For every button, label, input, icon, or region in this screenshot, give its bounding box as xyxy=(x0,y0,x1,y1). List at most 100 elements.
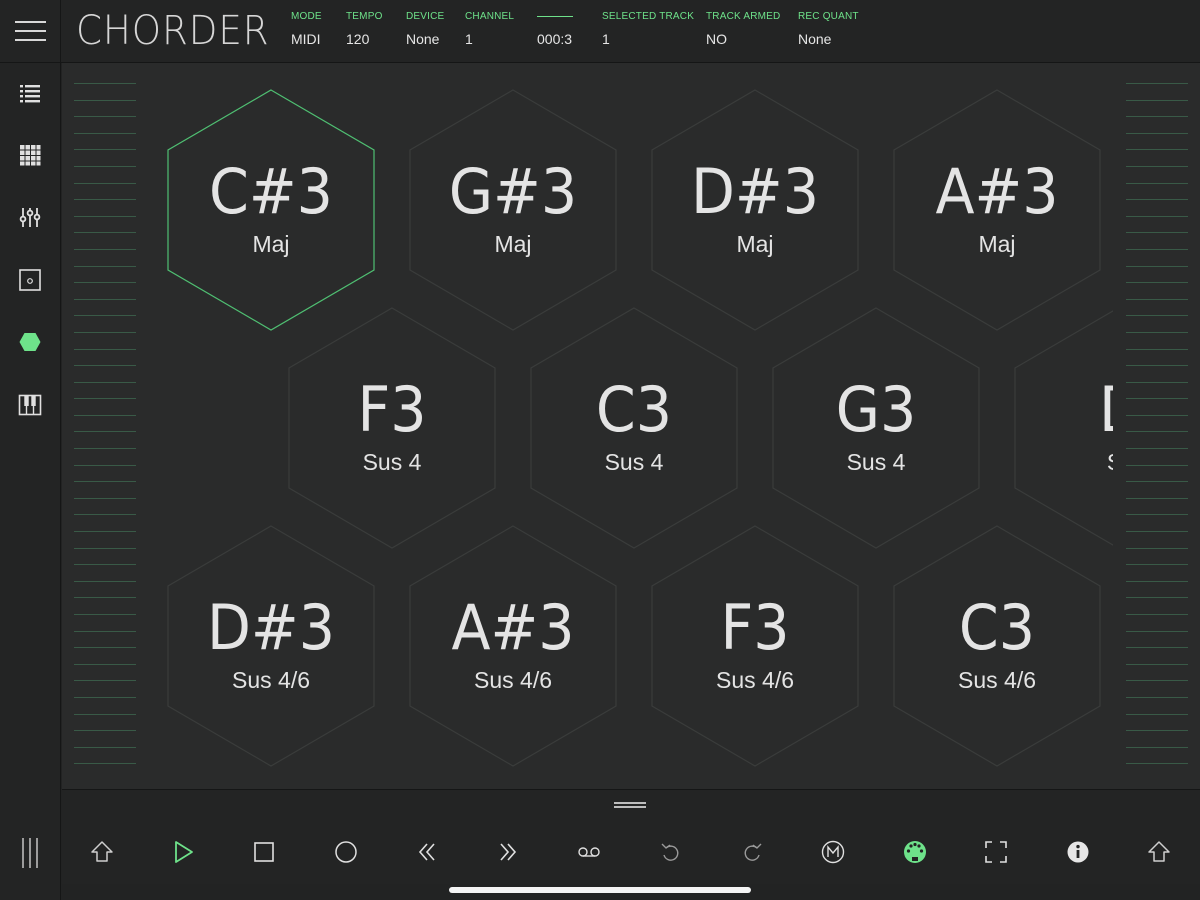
rail-tick xyxy=(1126,514,1188,516)
chord-pad[interactable]: D Su xyxy=(1013,307,1113,549)
rail-tick xyxy=(74,497,136,499)
chord-quality: Sus 4/6 xyxy=(958,667,1036,693)
rail-tick xyxy=(1126,481,1188,483)
vertical-lines-icon[interactable] xyxy=(18,837,42,869)
right-rail xyxy=(1126,83,1188,773)
status-rec-quant-label: REC QUANT xyxy=(798,11,859,22)
hexagon-icon[interactable] xyxy=(18,330,42,354)
rail-tick xyxy=(1126,348,1188,350)
status-channel-label: CHANNEL xyxy=(465,11,515,22)
chord-pad[interactable]: C3 Sus 4 xyxy=(529,307,739,549)
chord-quality: Maj xyxy=(252,231,290,257)
midi-din-icon[interactable] xyxy=(902,839,928,865)
grid-icon[interactable] xyxy=(18,143,42,167)
rail-tick xyxy=(1126,365,1188,367)
status-mode-label: MODE xyxy=(291,11,322,22)
pad-square-icon[interactable] xyxy=(18,268,42,292)
status-channel-value: 1 xyxy=(465,31,473,47)
chord-quality: Sus 4 xyxy=(604,449,664,475)
stop-icon[interactable] xyxy=(251,839,277,865)
rail-tick xyxy=(1126,580,1188,582)
chord-quality: Sus 4/6 xyxy=(716,667,794,693)
rail-tick xyxy=(1126,547,1188,549)
rail-tick xyxy=(74,614,136,615)
status-mode-value: MIDI xyxy=(291,31,321,47)
chord-pad[interactable]: D#3 Maj xyxy=(650,89,860,331)
chord-pad[interactable]: G3 Sus 4 xyxy=(771,307,981,549)
metronome-m-icon[interactable] xyxy=(820,839,846,865)
tape-loop-icon[interactable] xyxy=(576,839,602,865)
status-mode[interactable]: MODE MIDI xyxy=(291,11,322,47)
drag-handle-icon[interactable] xyxy=(614,802,646,808)
chord-root: D xyxy=(1027,373,1113,447)
chord-pad[interactable]: F3 Sus 4/6 xyxy=(650,525,860,767)
rail-tick xyxy=(74,248,136,250)
chord-pad[interactable]: C3 Sus 4/6 xyxy=(892,525,1102,767)
undo-icon[interactable] xyxy=(658,839,684,865)
chord-root: A#3 xyxy=(935,155,1059,228)
status-track-armed-label: TRACK ARMED xyxy=(706,11,781,22)
rail-tick xyxy=(74,398,136,400)
menu-button[interactable] xyxy=(0,0,61,62)
shift-up-icon[interactable] xyxy=(1146,839,1172,865)
status-selected-track[interactable]: SELECTED TRACK 1 xyxy=(602,11,694,47)
status-device-label: DEVICE xyxy=(406,11,445,22)
mixer-sliders-icon[interactable] xyxy=(18,205,42,229)
rail-tick xyxy=(1126,265,1188,267)
panel-divider[interactable] xyxy=(62,789,1200,821)
piano-keys-icon[interactable] xyxy=(18,393,42,417)
rail-tick xyxy=(74,165,136,167)
chord-pad-area: C#3 Maj G#3 Maj D#3 Maj A#3 Maj F3 Sus 4… xyxy=(62,63,1200,789)
list-icon[interactable] xyxy=(18,81,42,105)
top-bar: CHORDER MODE MIDI TEMPO 120 DEVICE None … xyxy=(0,0,1200,63)
rail-tick xyxy=(1126,182,1188,184)
chord-pad[interactable]: A#3 Maj xyxy=(892,89,1102,331)
chord-pad[interactable]: C#3 Maj xyxy=(166,89,376,331)
chord-pad[interactable]: D#3 Sus 4/6 xyxy=(166,525,376,767)
rail-tick xyxy=(74,265,136,267)
status-tempo-value: 120 xyxy=(346,31,370,47)
rail-tick xyxy=(1126,431,1188,433)
rewind-icon[interactable] xyxy=(414,839,440,865)
status-selected-track-value: 1 xyxy=(602,31,610,47)
chord-root: D#3 xyxy=(206,591,335,664)
rail-tick xyxy=(1126,132,1188,134)
hamburger-line xyxy=(15,30,46,32)
chord-quality: Sus 4 xyxy=(362,449,422,475)
chord-root: A#3 xyxy=(451,591,575,664)
rail-tick xyxy=(74,182,136,184)
chord-pad[interactable]: A#3 Sus 4/6 xyxy=(408,525,618,767)
rail-tick xyxy=(1126,199,1188,201)
chord-pad[interactable]: F3 Sus 4 xyxy=(287,307,497,549)
fast-forward-icon[interactable] xyxy=(495,839,521,865)
shift-up-icon[interactable] xyxy=(89,839,115,865)
status-tempo[interactable]: TEMPO 120 xyxy=(346,11,383,47)
rail-tick xyxy=(74,680,136,682)
chord-quality: Maj xyxy=(978,231,1016,257)
rail-tick xyxy=(1126,149,1188,151)
rail-tick xyxy=(1126,83,1188,84)
chord-quality: Sus 4 xyxy=(846,449,906,475)
record-icon[interactable] xyxy=(333,839,359,865)
fullscreen-icon[interactable] xyxy=(983,839,1009,865)
status-rec-quant[interactable]: REC QUANT None xyxy=(798,11,859,47)
home-indicator[interactable] xyxy=(449,887,751,893)
chord-root: F3 xyxy=(720,591,790,664)
rail-tick xyxy=(1126,331,1188,333)
play-icon[interactable] xyxy=(170,839,196,865)
chord-pad[interactable]: G#3 Maj xyxy=(408,89,618,331)
status-position: 000:3 xyxy=(537,11,573,47)
rail-tick xyxy=(74,99,136,101)
rail-tick xyxy=(1126,630,1188,632)
status-channel[interactable]: CHANNEL 1 xyxy=(465,11,514,47)
info-icon[interactable] xyxy=(1065,839,1091,865)
status-track-armed[interactable]: TRACK ARMED NO xyxy=(706,11,780,47)
status-device[interactable]: DEVICE None xyxy=(406,11,444,47)
rail-tick xyxy=(74,348,136,350)
chord-root: C3 xyxy=(595,373,673,446)
rail-tick xyxy=(1126,680,1188,682)
rail-tick xyxy=(1126,398,1188,400)
status-tempo-label: TEMPO xyxy=(346,11,383,22)
redo-icon[interactable] xyxy=(739,839,765,865)
chord-root: D#3 xyxy=(690,155,819,228)
